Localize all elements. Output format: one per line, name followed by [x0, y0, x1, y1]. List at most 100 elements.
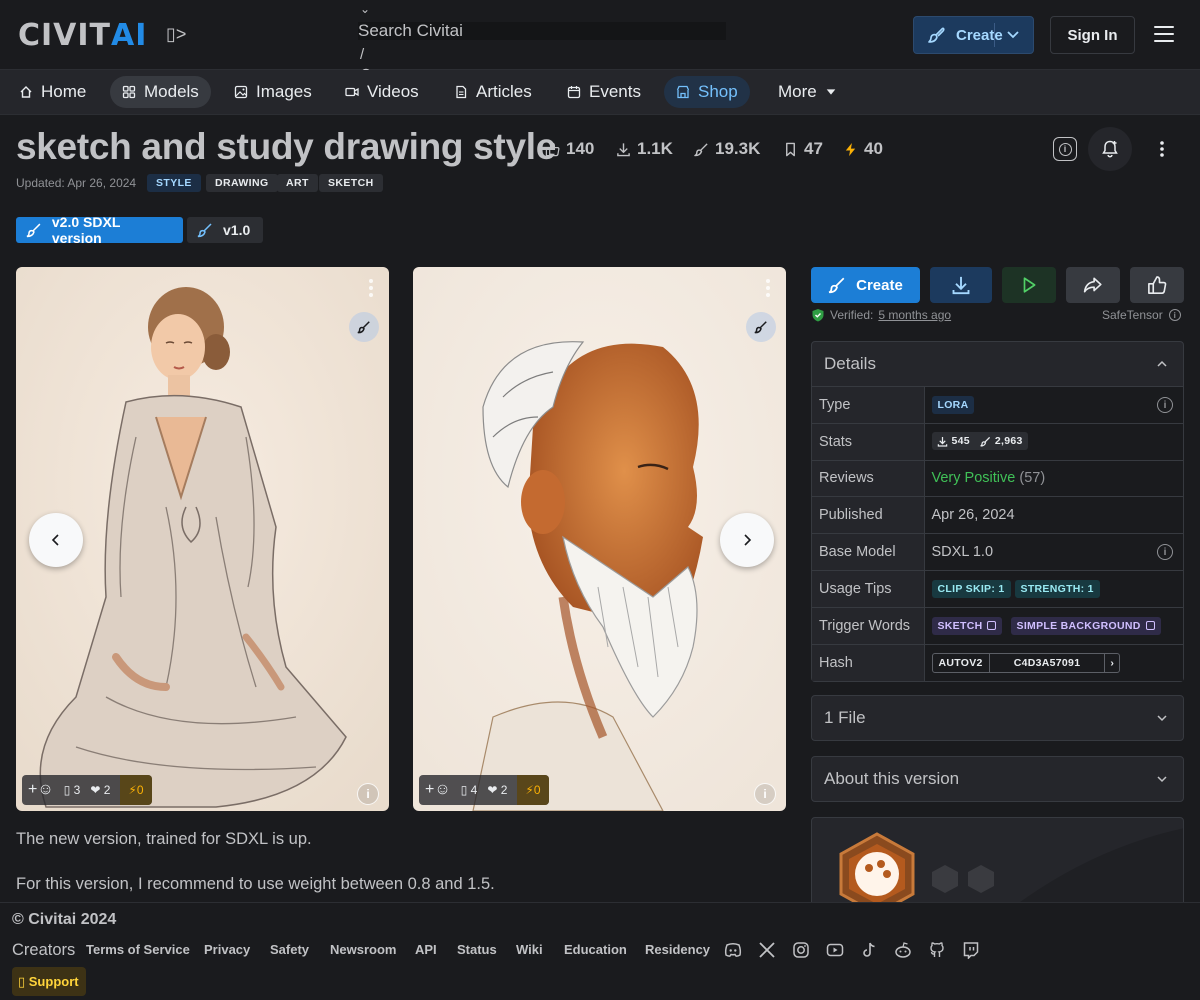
nav-events[interactable]: Events — [555, 76, 653, 108]
search-caret-icon[interactable]: ⌄ — [360, 2, 370, 16]
nav-articles[interactable]: Articles — [442, 76, 544, 108]
hash-box[interactable]: AUTOV2 C4D3A57091 › — [931, 652, 1121, 673]
hash-algorithm: AUTOV2 — [933, 653, 990, 672]
remix-brush-icon[interactable] — [746, 312, 776, 342]
detail-value[interactable]: Very Positive (57) — [924, 459, 1183, 497]
tag-sketch[interactable]: SKETCH — [319, 174, 383, 192]
nav-videos-label: Videos — [367, 82, 419, 101]
add-reaction-icon[interactable]: +☺ — [28, 781, 54, 799]
model-info-button[interactable]: i — [1043, 127, 1087, 171]
hash-next-icon[interactable]: › — [1105, 654, 1119, 672]
image-menu-icon[interactable] — [369, 279, 373, 300]
twitch-icon[interactable] — [962, 941, 980, 959]
create-menu-button[interactable]: Create — [913, 16, 1034, 54]
add-reaction-icon[interactable]: +☺ — [425, 781, 451, 799]
image-icon — [234, 85, 248, 99]
sign-in-button[interactable]: Sign In — [1050, 16, 1135, 54]
detail-row-base-model: Base Model SDXL 1.0 i — [812, 533, 1183, 571]
youtube-icon[interactable] — [826, 941, 844, 959]
nav-events-label: Events — [589, 82, 641, 101]
brush-icon — [26, 223, 41, 238]
footer-link-privacy[interactable]: Privacy — [204, 942, 250, 957]
nav-videos[interactable]: Videos — [333, 76, 431, 108]
nav-home-label: Home — [41, 82, 87, 101]
detail-key: Stats — [812, 422, 925, 461]
create-button[interactable]: Create — [811, 267, 920, 303]
info-icon[interactable]: i — [1157, 544, 1173, 561]
reddit-icon[interactable] — [894, 941, 912, 959]
brush-icon — [828, 277, 845, 294]
github-icon[interactable] — [928, 941, 946, 959]
search-input[interactable] — [358, 22, 726, 40]
trigger-word-badge[interactable]: SKETCH — [931, 616, 1003, 635]
image-reactions[interactable]: +☺ ▯ 3 ❤ 2 ⚡ 0 — [22, 775, 152, 805]
files-panel[interactable]: 1 File — [811, 695, 1184, 741]
verified-date-link[interactable]: 5 months ago — [878, 308, 951, 322]
footer-link-newsroom[interactable]: Newsroom — [330, 942, 396, 957]
support-button[interactable]: ▯ Support — [12, 967, 86, 996]
carousel-prev-button[interactable] — [29, 513, 83, 567]
model-title: sketch and study drawing style — [16, 126, 556, 167]
logo-side-glyph[interactable]: ▯> — [166, 24, 186, 45]
tag-art[interactable]: ART — [277, 174, 318, 192]
footer-link-education[interactable]: Education — [564, 942, 627, 957]
buzz-tip[interactable]: ⚡ 0 — [517, 775, 549, 805]
buzz-tip[interactable]: ⚡ 0 — [120, 775, 152, 805]
play-button[interactable] — [1002, 267, 1056, 303]
reviews-rating[interactable]: Very Positive — [932, 470, 1016, 486]
detail-row-reviews: Reviews Very Positive (57) — [812, 459, 1183, 497]
menu-icon[interactable] — [1154, 26, 1174, 44]
tag-style[interactable]: STYLE — [147, 174, 201, 192]
version-v1-button[interactable]: v1.0 — [187, 217, 263, 243]
logo-ai-text: AI — [111, 17, 148, 53]
about-version-panel[interactable]: About this version — [811, 756, 1184, 802]
image-info-icon[interactable]: i — [754, 783, 776, 805]
heart-count: ❤ 2 — [487, 783, 508, 797]
files-header[interactable]: 1 File — [812, 696, 1183, 740]
hash-value[interactable]: C4D3A57091 — [990, 653, 1106, 672]
nav-shop[interactable]: Shop — [664, 76, 750, 108]
notify-button[interactable] — [1088, 127, 1132, 171]
share-button[interactable] — [1066, 267, 1120, 303]
nav-models[interactable]: Models — [110, 76, 211, 108]
description-line-1: The new version, trained for SDXL is up. — [16, 830, 312, 848]
type-badge: LORA — [931, 395, 975, 414]
tag-drawing[interactable]: DRAWING — [206, 174, 278, 192]
footer-link-residency[interactable]: Residency — [645, 942, 710, 957]
info-icon[interactable]: i — [1157, 397, 1173, 413]
image-menu-icon[interactable] — [766, 279, 770, 300]
reviews-count: (57) — [1019, 470, 1046, 487]
download-button[interactable] — [930, 267, 992, 303]
footer-link-api[interactable]: API — [415, 942, 437, 957]
chevron-down-icon[interactable] — [1005, 26, 1021, 42]
version-v2-button[interactable]: v2.0 SDXL version — [16, 214, 183, 246]
more-options-button[interactable] — [1140, 127, 1184, 171]
carousel-next-button[interactable] — [720, 513, 774, 567]
detail-key: Reviews — [812, 459, 925, 497]
footer-link-status[interactable]: Status — [457, 942, 497, 957]
footer-link-wiki[interactable]: Wiki — [516, 942, 543, 957]
clip-skip-badge: CLIP SKIP: 1 — [931, 579, 1011, 598]
footer-link-safety[interactable]: Safety — [270, 942, 309, 957]
tiktok-icon[interactable] — [860, 941, 878, 959]
civitai-logo[interactable]: CIVIT AI — [18, 17, 148, 53]
instagram-icon[interactable] — [792, 941, 810, 959]
details-header[interactable]: Details — [812, 342, 1183, 386]
nav-more[interactable]: More — [766, 76, 849, 108]
trigger-word-badge[interactable]: SIMPLE BACKGROUND — [1010, 616, 1161, 635]
chevron-up-icon — [1157, 360, 1167, 367]
brush-icon — [694, 142, 708, 156]
image-info-icon[interactable]: i — [357, 783, 379, 805]
image-reactions[interactable]: +☺ ▯ 4 ❤ 2 ⚡ 0 — [419, 775, 549, 805]
creator-badge-icon[interactable] — [835, 832, 919, 907]
like-button[interactable] — [1130, 267, 1184, 303]
nav-images[interactable]: Images — [222, 76, 324, 108]
footer-link-creators[interactable]: Creators — [12, 941, 75, 960]
footer-link-terms[interactable]: Terms of Service — [86, 942, 190, 957]
x-twitter-icon[interactable] — [758, 941, 776, 959]
remix-brush-icon[interactable] — [349, 312, 379, 342]
info-icon[interactable]: i — [1168, 309, 1181, 321]
about-version-header[interactable]: About this version — [812, 757, 1183, 801]
discord-icon[interactable] — [724, 941, 742, 959]
nav-home[interactable]: Home — [7, 76, 98, 108]
